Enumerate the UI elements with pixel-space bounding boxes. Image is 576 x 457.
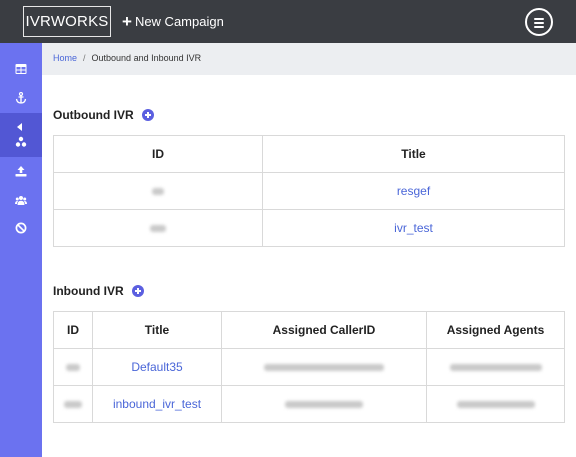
sidebar — [0, 43, 42, 457]
table-row: inbound_ivr_test — [53, 385, 565, 423]
inbound-title: Inbound IVR — [53, 284, 124, 298]
breadcrumb-current: Outbound and Inbound IVR — [91, 53, 202, 63]
table-row: Default35 — [53, 348, 565, 386]
breadcrumb: Home / Outbound and Inbound IVR — [53, 53, 201, 63]
anchor-icon — [15, 92, 27, 104]
redacted-id-cell — [53, 385, 93, 423]
inbound-table: ID Title Assigned CallerID Assigned Agen… — [53, 311, 565, 423]
column-header-title: Title — [92, 311, 222, 349]
redacted-id-cell — [53, 348, 93, 386]
column-header-title: Title — [262, 135, 565, 173]
ivr-title-link[interactable]: resgef — [397, 184, 430, 198]
column-header-id: ID — [53, 311, 93, 349]
breadcrumb-separator: / — [83, 53, 86, 63]
outbound-title: Outbound IVR — [53, 108, 134, 122]
inbound-header-row: ID Title Assigned CallerID Assigned Agen… — [53, 311, 565, 349]
redacted-agents-cell — [426, 385, 565, 423]
brand-logo[interactable]: IVRWORKS — [23, 6, 111, 37]
sidebar-item-users[interactable] — [0, 186, 42, 214]
sitemap-icon — [15, 136, 27, 147]
redacted-callerid-cell — [221, 348, 427, 386]
ivr-title-link[interactable]: inbound_ivr_test — [113, 397, 201, 411]
new-campaign-label: New Campaign — [134, 14, 224, 29]
add-outbound-icon[interactable] — [141, 109, 154, 121]
table-icon — [15, 64, 27, 74]
column-header-id: ID — [53, 135, 263, 173]
sidebar-item-upload[interactable] — [0, 157, 42, 185]
add-inbound-icon[interactable] — [131, 285, 144, 297]
redacted-agents-cell — [426, 348, 565, 386]
plus-icon: + — [122, 12, 132, 31]
upload-icon — [15, 166, 27, 177]
breadcrumb-home-link[interactable]: Home — [53, 53, 77, 63]
redacted-id-cell — [53, 172, 263, 210]
table-row: ivr_test — [53, 209, 565, 247]
sidebar-item-ivr[interactable] — [0, 113, 42, 157]
column-header-callerid: Assigned CallerID — [221, 311, 427, 349]
ivr-title-link[interactable]: ivr_test — [394, 221, 433, 235]
top-navbar: IVRWORKS + New Campaign — [0, 0, 576, 43]
sidebar-item-anchor[interactable] — [0, 84, 42, 112]
breadcrumb-bar: Home / Outbound and Inbound IVR — [42, 43, 576, 75]
users-icon — [15, 196, 27, 205]
sidebar-item-table[interactable] — [0, 55, 42, 83]
ivr-title-link[interactable]: Default35 — [131, 360, 182, 374]
sidebar-item-blocked[interactable] — [0, 214, 42, 242]
hamburger-circle-icon[interactable] — [525, 8, 553, 36]
table-row: resgef — [53, 172, 565, 210]
title-cell: ivr_test — [262, 209, 565, 247]
redacted-callerid-cell — [221, 385, 427, 423]
redacted-id-cell — [53, 209, 263, 247]
title-cell: inbound_ivr_test — [92, 385, 222, 423]
outbound-section-title: Outbound IVR — [53, 108, 154, 122]
outbound-header-row: ID Title — [53, 135, 565, 173]
inbound-section-title: Inbound IVR — [53, 284, 144, 298]
outbound-table: ID Title resgef ivr_test — [53, 135, 565, 247]
title-cell: Default35 — [92, 348, 222, 386]
column-header-agents: Assigned Agents — [426, 311, 565, 349]
new-campaign-button[interactable]: + New Campaign — [122, 12, 224, 32]
title-cell: resgef — [262, 172, 565, 210]
ban-icon — [15, 222, 27, 234]
caret-left-icon — [16, 122, 22, 131]
